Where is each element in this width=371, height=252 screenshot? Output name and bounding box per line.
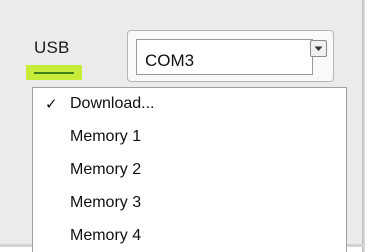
- port-combobox-field[interactable]: COM3: [136, 39, 313, 75]
- chevron-down-glyph: [314, 46, 323, 51]
- menu-item-label: Memory 3: [70, 194, 142, 211]
- port-combobox[interactable]: COM3: [127, 30, 334, 82]
- chevron-down-icon[interactable]: [310, 40, 327, 57]
- download-menu: ✓ Download... Memory 1 Memory 2 Memory 3…: [32, 87, 347, 252]
- usb-label: USB: [34, 38, 70, 57]
- usb-status-line: [34, 72, 74, 74]
- menu-item-memory-1[interactable]: Memory 1: [33, 125, 346, 148]
- usb-status-indicator: [26, 65, 82, 80]
- menu-item-label: Memory 1: [70, 128, 142, 145]
- menu-item-label: Download...: [70, 95, 155, 112]
- menu-item-memory-3[interactable]: Memory 3: [33, 191, 346, 214]
- panel-edge: [362, 0, 365, 252]
- menu-item-label: Memory 4: [70, 227, 142, 244]
- menu-item-label: Memory 2: [70, 161, 142, 178]
- menu-item-memory-2[interactable]: Memory 2: [33, 158, 346, 181]
- port-selected-value: COM3: [145, 51, 195, 70]
- menu-item-memory-4[interactable]: Memory 4: [33, 224, 346, 247]
- menu-item-download[interactable]: ✓ Download...: [33, 92, 346, 115]
- check-icon: ✓: [45, 96, 58, 113]
